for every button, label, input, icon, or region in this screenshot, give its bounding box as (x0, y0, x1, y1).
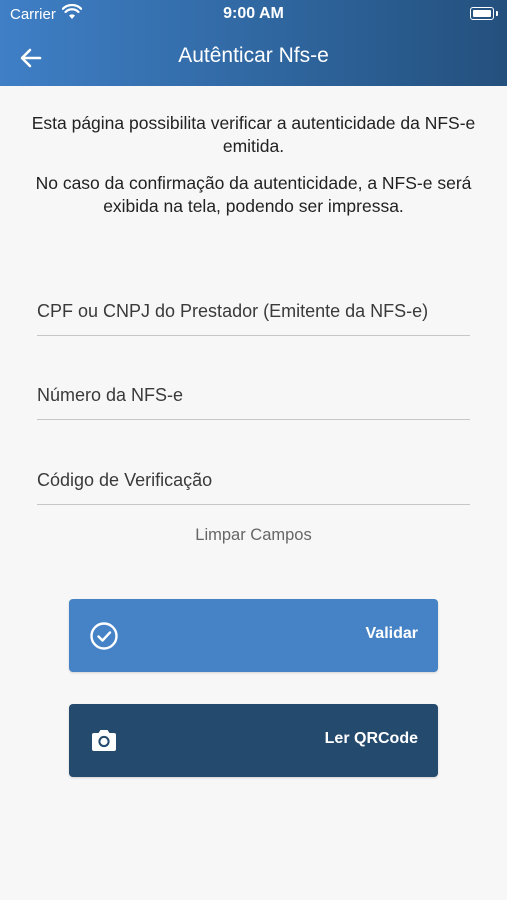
codigo-verificacao-input[interactable] (37, 456, 470, 504)
check-circle-icon (90, 622, 118, 650)
numero-nfse-input[interactable] (37, 371, 470, 419)
page-title: Autênticar Nfs-e (178, 44, 329, 67)
cpf-cnpj-field[interactable] (37, 287, 470, 336)
app-header: Carrier 9:00 AM Autênticar Nfs-e (0, 0, 507, 86)
intro-paragraph-1: Esta página possibilita verificar a aute… (31, 113, 476, 156)
numero-nfse-field[interactable] (37, 371, 470, 420)
cpf-cnpj-input[interactable] (37, 287, 470, 335)
status-bar: Carrier 9:00 AM (0, 0, 507, 28)
status-time: 9:00 AM (223, 5, 284, 22)
read-qrcode-button[interactable]: Ler QRCode (69, 704, 438, 777)
camera-icon (92, 730, 116, 751)
validate-button[interactable]: Validar (69, 599, 438, 672)
validate-button-label: Validar (365, 625, 418, 642)
intro-text: Esta página possibilita verificar a aute… (20, 112, 487, 232)
intro-paragraph-2: No caso da confirmação da autenticidade,… (35, 173, 472, 216)
battery-icon (470, 7, 498, 20)
read-qrcode-button-label: Ler QRCode (324, 730, 418, 747)
codigo-verificacao-field[interactable] (37, 456, 470, 505)
clear-fields-link[interactable]: Limpar Campos (0, 526, 507, 545)
